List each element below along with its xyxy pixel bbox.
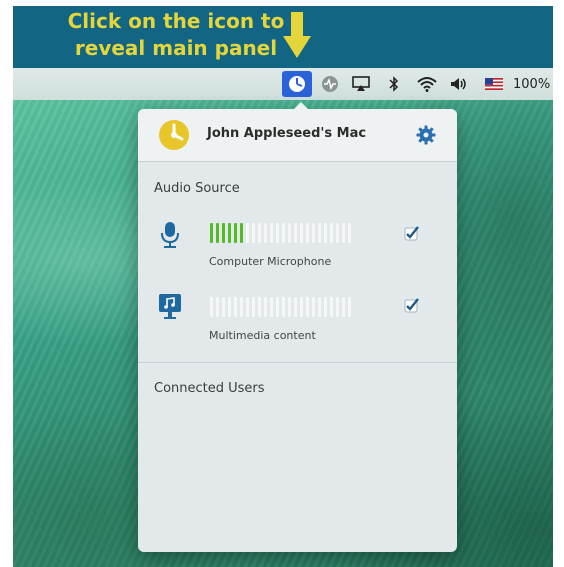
meter-bar [234, 297, 237, 317]
meter-bar [228, 297, 231, 317]
meter-bar [324, 223, 327, 243]
meter-bar [300, 297, 303, 317]
wifi-icon[interactable] [415, 68, 439, 100]
meter-bar [300, 223, 303, 243]
audio-source-title: Audio Source [154, 181, 240, 196]
source-label-microphone: Computer Microphone [209, 255, 332, 268]
meter-bar [348, 297, 351, 317]
meter-bar [264, 223, 267, 243]
meter-bar [306, 297, 309, 317]
meter-bar [312, 297, 315, 317]
meter-bar [252, 297, 255, 317]
meter-bar [234, 223, 237, 243]
meter-bar [318, 223, 321, 243]
activity-monitor-icon[interactable] [319, 68, 341, 100]
source-label-multimedia: Multimedia content [209, 329, 316, 342]
down-arrow-icon [283, 12, 311, 58]
meter-bar [282, 223, 285, 243]
banner-line-2: reveal main panel [74, 36, 278, 60]
meter-bar [282, 297, 285, 317]
meter-bar [336, 297, 339, 317]
meter-bar [240, 223, 243, 243]
meter-bar [270, 223, 273, 243]
meter-bar [222, 223, 225, 243]
meter-bar [258, 297, 261, 317]
meter-bar [318, 297, 321, 317]
meter-bar [276, 223, 279, 243]
meter-bar [270, 297, 273, 317]
app-status-icon[interactable] [282, 71, 312, 97]
meter-bar [294, 223, 297, 243]
airplay-icon[interactable] [350, 68, 372, 100]
multimedia-level-meter [210, 297, 351, 317]
battery-percentage[interactable]: 100% [513, 68, 553, 100]
meter-bar [216, 297, 219, 317]
meter-bar [246, 297, 249, 317]
meter-bar [288, 297, 291, 317]
meter-bar [312, 223, 315, 243]
microphone-checkbox[interactable] [404, 225, 420, 241]
volume-icon[interactable] [449, 68, 469, 100]
menu-bar: 100% [13, 68, 553, 101]
gear-icon[interactable] [416, 125, 436, 145]
meter-bar [228, 223, 231, 243]
meter-bar [330, 223, 333, 243]
meter-bar [210, 223, 213, 243]
meter-bar [324, 297, 327, 317]
meter-bar [252, 223, 255, 243]
meter-bar [216, 223, 219, 243]
meter-bar [294, 297, 297, 317]
meter-bar [276, 297, 279, 317]
meter-bar [330, 297, 333, 317]
screenshot-frame: Click on the icon to reveal main panel 1… [13, 6, 553, 567]
monitor-music-icon [159, 294, 181, 319]
banner-line-1: Click on the icon to [67, 9, 285, 33]
meter-bar [258, 223, 261, 243]
meter-bar [342, 297, 345, 317]
bluetooth-icon[interactable] [386, 68, 402, 100]
banner-text: Click on the icon to reveal main panel [41, 8, 311, 62]
microphone-level-meter [210, 223, 351, 243]
app-logo-icon [159, 120, 189, 150]
meter-bar [210, 297, 213, 317]
meter-bar [222, 297, 225, 317]
connected-users-title: Connected Users [154, 381, 265, 396]
mac-name: John Appleseed's Mac [207, 126, 367, 141]
main-panel: John Appleseed's Mac Audio Source Comput… [138, 102, 457, 552]
section-divider [138, 362, 457, 363]
instruction-banner: Click on the icon to reveal main panel [13, 6, 553, 68]
meter-bar [264, 297, 267, 317]
meter-bar [240, 297, 243, 317]
meter-bar [306, 223, 309, 243]
us-flag-icon[interactable] [484, 68, 504, 100]
meter-bar [246, 223, 249, 243]
microphone-icon [161, 222, 179, 248]
meter-bar [342, 223, 345, 243]
meter-bar [336, 223, 339, 243]
multimedia-checkbox[interactable] [404, 297, 420, 313]
panel-header: John Appleseed's Mac [138, 109, 457, 162]
meter-bar [288, 223, 291, 243]
meter-bar [348, 223, 351, 243]
